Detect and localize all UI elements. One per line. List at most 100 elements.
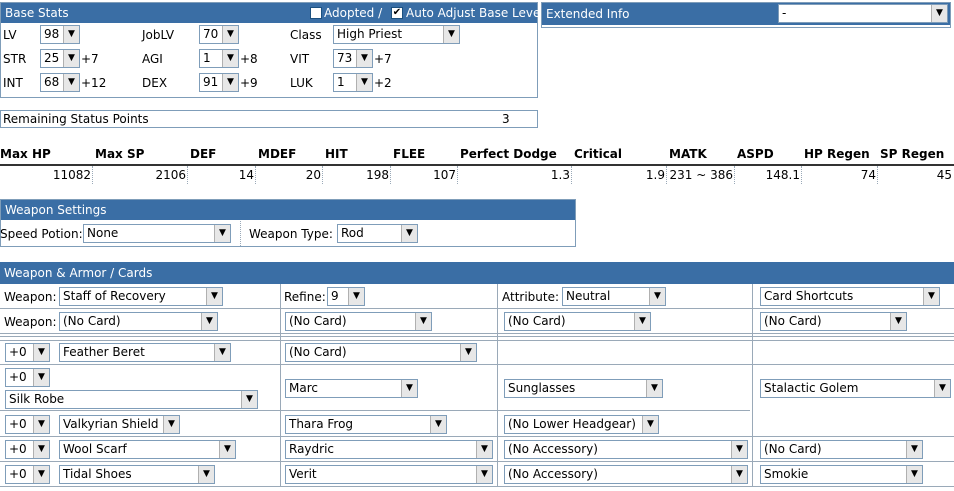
vit-select[interactable]: 73 ▼ <box>333 49 373 68</box>
armor-refine-select[interactable]: +0 ▼ <box>5 368 50 387</box>
chevron-down-icon: ▼ <box>890 313 906 330</box>
chevron-down-icon: ▼ <box>415 313 431 330</box>
stat-column-divider <box>801 166 802 184</box>
accessory2-select[interactable]: (No Accessory) ▼ <box>504 465 748 484</box>
vit-label: VIT <box>290 52 310 66</box>
grid-line <box>0 486 954 487</box>
adopted-checkbox[interactable] <box>310 7 322 19</box>
dex-label: DEX <box>142 76 168 90</box>
chevron-down-icon: ▼ <box>33 466 49 483</box>
chevron-down-icon: ▼ <box>430 416 446 433</box>
stat-header: Max HP <box>0 147 51 161</box>
stat-value: 14 <box>238 168 254 182</box>
stat-header: MATK <box>669 147 707 161</box>
armor-select[interactable]: Silk Robe ▼ <box>5 390 258 409</box>
agi-select[interactable]: 1 ▼ <box>199 49 239 68</box>
dex-select[interactable]: 91 ▼ <box>199 73 239 92</box>
chevron-down-icon: ▼ <box>642 416 658 433</box>
chevron-down-icon: ▼ <box>646 380 662 397</box>
stat-value: 11082 <box>52 168 91 182</box>
str-select[interactable]: 25 ▼ <box>40 49 80 68</box>
attribute-select[interactable]: Neutral ▼ <box>562 287 666 306</box>
chevron-down-icon: ▼ <box>163 416 179 433</box>
chevron-down-icon: ▼ <box>219 441 235 458</box>
garment-select[interactable]: Wool Scarf ▼ <box>59 440 236 459</box>
chevron-down-icon: ▼ <box>731 441 747 458</box>
auto-adjust-checkbox[interactable]: ✔ <box>391 7 403 19</box>
chevron-down-icon: ▼ <box>906 466 922 483</box>
lower-headgear-select[interactable]: (No Lower Headgear) ▼ <box>504 415 659 434</box>
grid-line <box>497 284 498 487</box>
weapon-settings-title: Weapon Settings <box>5 203 107 217</box>
chevron-down-icon: ▼ <box>33 344 49 361</box>
speed-potion-select[interactable]: None ▼ <box>83 224 231 243</box>
extended-info-select[interactable]: - ▼ <box>778 4 948 23</box>
stat-header: ASPD <box>737 147 774 161</box>
int-select[interactable]: 68 ▼ <box>40 73 80 92</box>
headgear-card-select[interactable]: (No Card) ▼ <box>285 343 477 362</box>
refine-select[interactable]: 9 ▼ <box>327 287 365 306</box>
chevron-down-icon: ▼ <box>201 313 217 330</box>
weapon-select[interactable]: Staff of Recovery ▼ <box>59 287 223 306</box>
weapon-settings-header: Weapon Settings <box>1 200 575 220</box>
accessory1-select[interactable]: (No Accessory) ▼ <box>504 440 748 459</box>
chevron-down-icon: ▼ <box>476 466 492 483</box>
base-stats-title: Base Stats <box>5 6 69 20</box>
stat-value: 231 ~ 386 <box>669 168 734 182</box>
stat-value: 74 <box>860 168 876 182</box>
stat-column-divider <box>255 166 256 184</box>
headgear-refine-select[interactable]: +0 ▼ <box>5 343 50 362</box>
weapon-type-select[interactable]: Rod ▼ <box>337 224 418 243</box>
grid-line <box>0 340 954 341</box>
chevron-down-icon: ▼ <box>33 369 49 386</box>
stat-column-divider <box>390 166 391 184</box>
chevron-down-icon: ▼ <box>214 225 230 242</box>
weapon-card-4-select[interactable]: (No Card) ▼ <box>760 312 907 331</box>
weapon-card-2-select[interactable]: (No Card) ▼ <box>285 312 432 331</box>
stat-column-divider <box>322 166 323 184</box>
grid-line <box>0 364 954 365</box>
chevron-down-icon: ▼ <box>634 313 650 330</box>
stat-column-divider <box>92 166 93 184</box>
joblv-select[interactable]: 70 ▼ <box>199 25 239 44</box>
grid-line <box>0 410 750 411</box>
shield-card-select[interactable]: Thara Frog ▼ <box>285 415 447 434</box>
shield-select[interactable]: Valkyrian Shield ▼ <box>59 415 180 434</box>
card-shortcuts-select[interactable]: Card Shortcuts ▼ <box>760 287 940 306</box>
vit-bonus: +7 <box>374 52 392 66</box>
chevron-down-icon: ▼ <box>923 288 939 305</box>
garment-refine-select[interactable]: +0 ▼ <box>5 440 50 459</box>
str-label: STR <box>3 52 27 66</box>
stat-header: FLEE <box>393 147 426 161</box>
armor-card-select[interactable]: Marc ▼ <box>285 379 418 398</box>
lv-label: LV <box>3 28 17 42</box>
stat-header: DEF <box>190 147 217 161</box>
weapon-settings-divider <box>240 221 241 246</box>
shoes-refine-select[interactable]: +0 ▼ <box>5 465 50 484</box>
stat-header: HIT <box>325 147 348 161</box>
class-select[interactable]: High Priest ▼ <box>333 25 460 44</box>
luk-select[interactable]: 1 ▼ <box>333 73 373 92</box>
refine-label: Refine: <box>284 290 326 304</box>
int-label: INT <box>3 76 23 90</box>
weapon-label: Weapon: <box>4 290 57 304</box>
upper-card-select[interactable]: Stalactic Golem ▼ <box>760 379 951 398</box>
shoes-select[interactable]: Tidal Shoes ▼ <box>59 465 215 484</box>
stat-value: 2106 <box>155 168 186 182</box>
weapon-card-3-select[interactable]: (No Card) ▼ <box>504 312 651 331</box>
shield-refine-select[interactable]: +0 ▼ <box>5 415 50 434</box>
chevron-down-icon: ▼ <box>63 74 79 91</box>
shoes-card-select[interactable]: Verit ▼ <box>285 465 493 484</box>
accessory2-card-select[interactable]: Smokie ▼ <box>760 465 923 484</box>
weapon-card-1-select[interactable]: (No Card) ▼ <box>59 312 218 331</box>
class-label: Class <box>290 28 322 42</box>
grid-line <box>0 308 954 309</box>
garment-card-select[interactable]: Raydric ▼ <box>285 440 493 459</box>
chevron-down-icon: ▼ <box>63 50 79 67</box>
lv-select[interactable]: 98 ▼ <box>40 25 80 44</box>
headgear-select[interactable]: Feather Beret ▼ <box>59 343 231 362</box>
accessory1-card-select[interactable]: (No Card) ▼ <box>760 440 923 459</box>
chevron-down-icon: ▼ <box>348 288 364 305</box>
chevron-down-icon: ▼ <box>214 344 230 361</box>
mid-headgear-select[interactable]: Sunglasses ▼ <box>504 379 663 398</box>
